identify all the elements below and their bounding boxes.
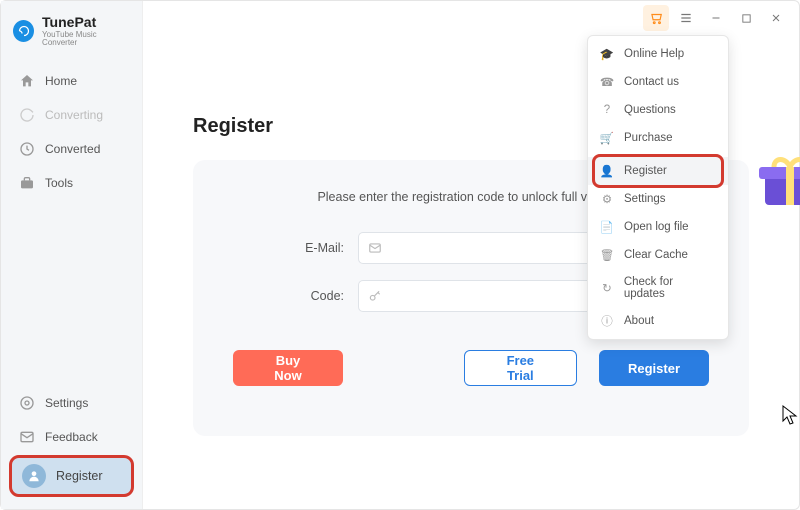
- menu-settings[interactable]: ⚙Settings: [588, 185, 728, 213]
- menu-register[interactable]: 👤Register: [588, 157, 728, 185]
- menu-clear-cache[interactable]: 🗑Clear Cache: [588, 241, 728, 269]
- hamburger-menu-dropdown: 🎓Online Help ☎Contact us ?Questions 🛒Pur…: [587, 35, 729, 340]
- menu-about[interactable]: ⓘAbout: [588, 307, 728, 335]
- minimize-button[interactable]: [703, 5, 729, 31]
- email-label: E-Mail:: [284, 241, 344, 255]
- maximize-button[interactable]: [733, 5, 759, 31]
- main-area: + Register Please enter the registration…: [143, 1, 799, 509]
- gear-icon: [19, 395, 35, 411]
- user-icon: 👤: [600, 164, 614, 178]
- sidebar-item-label: Settings: [45, 396, 88, 410]
- cart-icon: 🛒: [600, 131, 614, 145]
- refresh-icon: [19, 107, 35, 123]
- app-logo: TunePat YouTube Music Converter: [1, 1, 142, 65]
- graduation-icon: 🎓: [600, 47, 614, 61]
- file-icon: 📄: [600, 220, 614, 234]
- code-label: Code:: [284, 289, 344, 303]
- trash-icon: 🗑: [600, 248, 614, 262]
- buy-now-button[interactable]: Buy Now: [233, 350, 343, 386]
- app-name: TunePat: [42, 15, 130, 29]
- close-button[interactable]: [763, 5, 789, 31]
- info-icon: ⓘ: [600, 314, 614, 328]
- sidebar-item-label: Home: [45, 74, 77, 88]
- phone-icon: ☎: [600, 75, 614, 89]
- sidebar-register-label: Register: [56, 469, 103, 483]
- menu-contact[interactable]: ☎Contact us: [588, 68, 728, 96]
- sidebar-item-label: Feedback: [45, 430, 98, 444]
- sidebar-item-converted[interactable]: Converted: [9, 133, 134, 165]
- cart-button[interactable]: [643, 5, 669, 31]
- menu-check-updates[interactable]: ↻Check for updates: [588, 269, 728, 307]
- sidebar-item-tools[interactable]: Tools: [9, 167, 134, 199]
- sidebar-item-home[interactable]: Home: [9, 65, 134, 97]
- register-button[interactable]: Register: [599, 350, 709, 386]
- key-icon: [367, 288, 383, 304]
- titlebar: [143, 1, 799, 35]
- refresh-icon: ↻: [600, 281, 614, 295]
- mail-icon: [19, 429, 35, 445]
- question-icon: ?: [600, 103, 614, 117]
- logo-icon: [13, 20, 34, 42]
- menu-online-help[interactable]: 🎓Online Help: [588, 40, 728, 68]
- user-icon: [22, 464, 46, 488]
- sidebar-item-feedback[interactable]: Feedback: [9, 421, 134, 453]
- mail-icon: [367, 240, 383, 256]
- app-subtitle: YouTube Music Converter: [42, 31, 130, 47]
- hamburger-menu-button[interactable]: [673, 5, 699, 31]
- sidebar-item-converting: Converting: [9, 99, 134, 131]
- toolbox-icon: [19, 175, 35, 191]
- menu-purchase[interactable]: 🛒Purchase: [588, 124, 728, 152]
- free-trial-button[interactable]: Free Trial: [464, 350, 577, 386]
- sidebar-item-settings[interactable]: Settings: [9, 387, 134, 419]
- sidebar-item-label: Tools: [45, 176, 73, 190]
- clock-icon: [19, 141, 35, 157]
- menu-open-log[interactable]: 📄Open log file: [588, 213, 728, 241]
- menu-questions[interactable]: ?Questions: [588, 96, 728, 124]
- sidebar: TunePat YouTube Music Converter Home Con…: [1, 1, 143, 509]
- sidebar-item-label: Converting: [45, 108, 103, 122]
- sidebar-register-button[interactable]: Register: [9, 455, 134, 497]
- sidebar-item-label: Converted: [45, 142, 100, 156]
- gear-icon: ⚙: [600, 192, 614, 206]
- home-icon: [19, 73, 35, 89]
- gift-decoration-icon: [759, 153, 800, 208]
